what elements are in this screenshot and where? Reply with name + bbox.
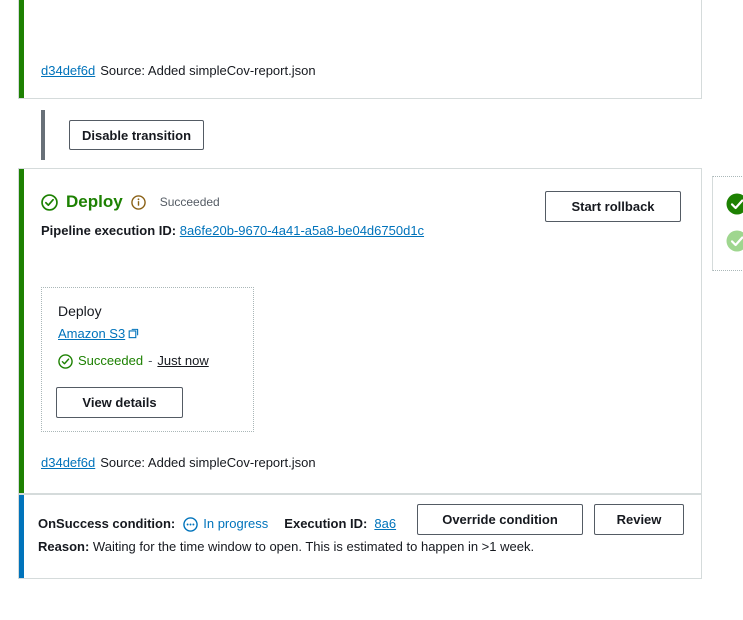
stage-status-text: Succeeded xyxy=(159,195,220,209)
stage-accent-bar-top xyxy=(19,0,24,98)
action-status-text: Succeeded xyxy=(78,353,144,368)
commit-id-link[interactable]: d34def6d xyxy=(41,455,95,470)
solid-check-faded-icon xyxy=(726,230,743,252)
commit-line-deploy: d34def6d Source: Added simpleCov-report.j… xyxy=(41,455,316,471)
condition-execution-id-link[interactable]: 8a6 xyxy=(374,515,396,533)
check-circle-icon xyxy=(41,193,58,211)
commit-message: Source: Added simpleCov-report.json xyxy=(100,63,316,78)
view-details-button[interactable]: View details xyxy=(56,387,183,418)
adjacent-stage-peek xyxy=(712,176,743,271)
override-condition-button[interactable]: Override condition xyxy=(417,504,583,535)
deploy-stage-header: Deploy Succeeded Pipeline execution ID: … xyxy=(41,191,681,251)
info-circle-icon[interactable] xyxy=(130,194,146,210)
commit-line-top: d34def6d Source: Added simpleCov-report.j… xyxy=(41,63,316,79)
stage-name: Deploy xyxy=(66,192,123,211)
action-title: Deploy xyxy=(58,303,102,319)
action-status-row: Succeeded - Just now xyxy=(58,352,237,370)
status-separator: - xyxy=(148,353,153,368)
commit-message: Source: Added simpleCov-report.json xyxy=(100,455,316,470)
action-provider-link[interactable]: Amazon S3 xyxy=(58,326,139,342)
pipeline-execution-id-row: Pipeline execution ID: 8a6fe20b-9670-4a4… xyxy=(41,223,681,239)
stage-card-top: View details d34def6dSource: Added simpl… xyxy=(18,0,702,99)
start-rollback-button[interactable]: Start rollback xyxy=(545,191,681,222)
external-link-icon xyxy=(128,328,139,339)
stage-transition: Disable transition xyxy=(41,110,341,160)
pipeline-execution-id-label: Pipeline execution ID: xyxy=(41,223,177,238)
condition-execution-label: Execution ID: xyxy=(284,516,368,531)
check-circle-icon xyxy=(58,353,73,369)
condition-label: OnSuccess condition: xyxy=(38,516,176,531)
condition-status-row: OnSuccess condition: In progress Executi… xyxy=(38,515,396,533)
commit-id-link[interactable]: d34def6d xyxy=(41,63,95,78)
in-progress-icon xyxy=(183,516,199,532)
stage-accent-bar-deploy xyxy=(19,169,24,493)
stage-card-deploy: Deploy Succeeded Pipeline execution ID: … xyxy=(18,168,702,494)
action-timestamp-link[interactable]: Just now xyxy=(157,352,208,370)
disable-transition-button[interactable]: Disable transition xyxy=(69,120,204,150)
condition-reason-label: Reason: xyxy=(38,539,90,554)
review-button[interactable]: Review xyxy=(594,504,684,535)
pipeline-execution-id-link[interactable]: 8a6fe20b-9670-4a41-a5a8-be04d6750d1c xyxy=(180,223,424,238)
transition-connector-bar xyxy=(41,110,45,160)
condition-status-text: In progress xyxy=(203,516,269,531)
condition-reason-text: Waiting for the time window to open. Thi… xyxy=(92,539,535,554)
condition-accent-bar xyxy=(19,495,24,578)
condition-reason-row: Reason: Waiting for the time window to o… xyxy=(38,538,534,556)
action-tile-deploy: Deploy Amazon S3 Succeeded - Just now Vi… xyxy=(41,287,254,432)
action-provider-label: Amazon S3 xyxy=(58,326,126,341)
on-success-condition-bar: OnSuccess condition: In progress Executi… xyxy=(18,494,702,579)
solid-check-icon xyxy=(726,193,743,215)
